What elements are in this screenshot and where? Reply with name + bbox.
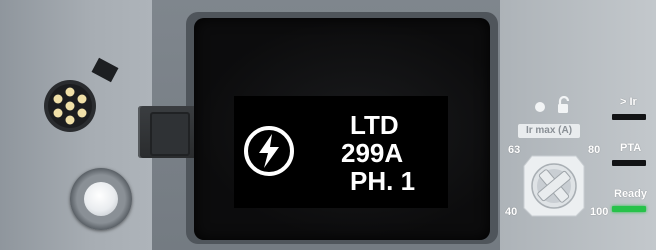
ir-max-title: Ir max (A) <box>525 125 573 136</box>
pta-label: PTA <box>620 142 642 154</box>
unlocked-padlock-icon <box>558 96 570 113</box>
display-line-1: LTD <box>350 110 399 140</box>
display-line-3: PH. 1 <box>350 166 416 196</box>
ir-max-label-band: Ir max (A) <box>518 124 580 138</box>
test-port-connector-icon[interactable] <box>42 78 98 134</box>
push-button-icon[interactable] <box>84 182 118 216</box>
ir-max-dial[interactable] <box>518 148 590 220</box>
ready-label: Ready <box>614 188 648 200</box>
display-line-2: 299A <box>341 138 404 168</box>
scale-100: 100 <box>590 206 609 218</box>
scale-40: 40 <box>505 206 518 218</box>
overload-label: > Ir <box>620 96 637 108</box>
display-tab-handle[interactable] <box>150 112 190 156</box>
pta-indicator <box>612 160 646 166</box>
dot-icon <box>535 102 545 112</box>
lightning-bolt-icon <box>244 126 294 176</box>
ready-indicator <box>612 206 646 212</box>
overload-indicator <box>612 114 646 120</box>
